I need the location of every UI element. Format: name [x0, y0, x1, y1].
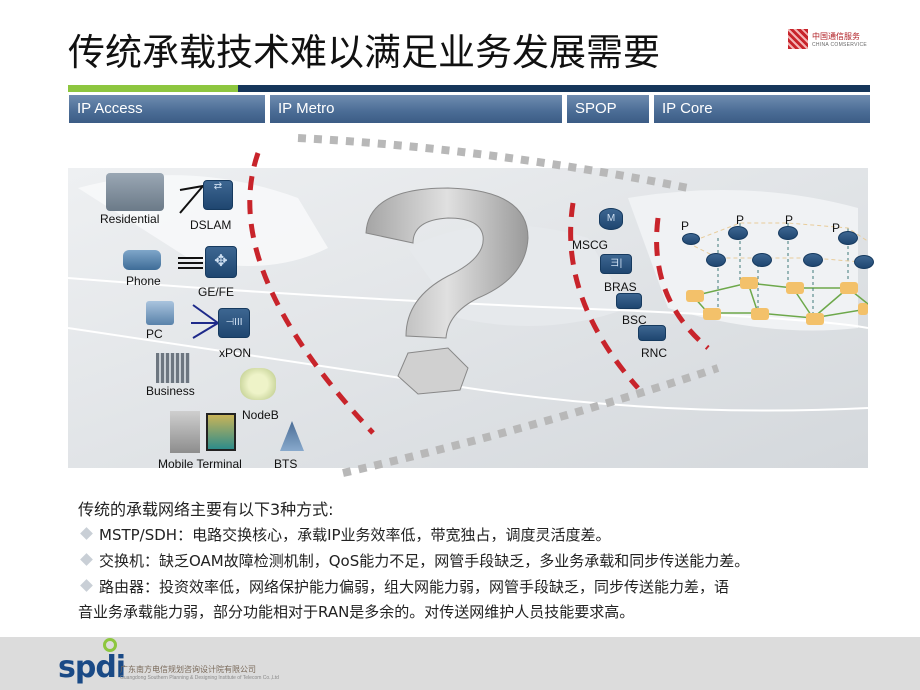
segment-ip-metro: IP Metro: [270, 95, 562, 123]
core-router-icon: [838, 231, 858, 245]
logo-en-text: CHINA COMSERVICE: [812, 41, 867, 48]
bsc-icon: [616, 293, 642, 309]
label-dslam: DSLAM: [190, 218, 232, 232]
label-gefe: GE/FE: [198, 285, 235, 299]
bullet-diamond-icon: [80, 527, 93, 540]
transport-node-icon: [740, 277, 758, 289]
bullet-diamond-icon: [80, 553, 93, 566]
bras-icon: ヨ|: [600, 254, 632, 274]
label-mscg: MSCG: [572, 238, 608, 252]
transport-node-icon: [806, 313, 824, 325]
label-p-2: P: [785, 213, 794, 227]
mscg-icon: M: [599, 208, 623, 230]
network-diagram: Residential Phone PC Business Mobile Ter…: [68, 128, 874, 483]
rnc-icon: [638, 325, 666, 341]
label-p-1: P: [736, 213, 745, 227]
bullet-text: MSTP/SDH：电路交换核心，承载IP业务效率低，带宽独占，调度灵活度差。: [99, 526, 611, 544]
label-p-partial: P: [681, 219, 690, 233]
label-phone: Phone: [126, 274, 161, 288]
accent-band-navy: [238, 85, 870, 92]
bullet-switch: 交换机：缺乏OAM故障检测机制，QoS能力不足，网管手段缺乏，多业务承载和同步传…: [78, 550, 749, 571]
content-intro: 传统的承载网络主要有以下3种方式:: [78, 500, 334, 519]
china-comservice-logo: 中国通信服务 CHINA COMSERVICE: [788, 29, 867, 49]
segment-spop: SPOP: [567, 95, 649, 123]
bullet-mstp-sdh: MSTP/SDH：电路交换核心，承载IP业务效率低，带宽独占，调度灵活度差。: [78, 524, 611, 545]
company-name-en: Guangdong Southern Planning & Designing …: [120, 675, 279, 681]
core-router-icon: [854, 255, 874, 269]
core-router-icon: [682, 233, 700, 245]
bullet-text: 路由器：投资效率低，网络保护能力偏弱，组大网能力弱，网管手段缺乏，同步传送能力差…: [99, 578, 730, 596]
label-rnc: RNC: [641, 346, 667, 360]
xpon-icon: ⊣III: [218, 308, 250, 338]
label-bts: BTS: [274, 457, 298, 471]
accent-band-green: [68, 85, 238, 92]
label-mobile-terminal: Mobile Terminal: [158, 457, 242, 471]
bullet-router: 路由器：投资效率低，网络保护能力偏弱，组大网能力弱，网管手段缺乏，同步传送能力差…: [78, 576, 729, 597]
label-pc: PC: [146, 327, 163, 341]
residential-icon: [106, 173, 164, 211]
label-nodeb: NodeB: [242, 408, 279, 422]
page-title: 传统承载技术难以满足业务发展需要: [68, 31, 660, 74]
transport-node-icon: [751, 308, 769, 320]
core-router-icon: [803, 253, 823, 267]
nodeb-icon: [240, 368, 276, 400]
label-bras: BRAS: [604, 280, 637, 294]
label-residential: Residential: [100, 212, 160, 226]
mobile-terminal-screen-icon: [206, 413, 236, 451]
label-business: Business: [146, 384, 195, 398]
core-router-icon: [778, 226, 798, 240]
pc-icon: [146, 301, 174, 325]
core-router-icon: [706, 253, 726, 267]
dslam-icon: ⇄: [203, 180, 233, 210]
company-name-cn: 广东南方电信规划咨询设计院有限公司: [120, 665, 256, 674]
transport-node-icon: [840, 282, 858, 294]
phone-icon: [123, 250, 161, 270]
logo-cn-text: 中国通信服务: [812, 31, 860, 41]
label-xpon: xPON: [219, 346, 252, 360]
gefe-switch-icon: ✥: [205, 246, 237, 278]
transport-node-icon: [786, 282, 804, 294]
spdi-logo: spdi: [58, 650, 126, 685]
mobile-terminal-icon: [170, 411, 200, 453]
transport-node-icon: [703, 308, 721, 320]
business-icon: [156, 353, 190, 383]
bullet-router-continuation: 音业务承载能力弱，部分功能相对于RAN是多余的。对传送网维护人员技能要求高。: [78, 603, 635, 621]
core-router-icon: [752, 253, 772, 267]
bullet-text: 交换机：缺乏OAM故障检测机制，QoS能力不足，网管手段缺乏，多业务承载和同步传…: [99, 552, 750, 570]
transport-node-icon: [686, 290, 704, 302]
transport-node-icon: [858, 303, 868, 315]
spdi-ring-icon: [103, 638, 117, 652]
logo-mark-icon: [788, 29, 808, 49]
bullet-diamond-icon: [80, 579, 93, 592]
label-pe: P: [832, 221, 841, 235]
core-router-icon: [728, 226, 748, 240]
segment-ip-core: IP Core: [654, 95, 870, 123]
segment-ip-access: IP Access: [69, 95, 265, 123]
